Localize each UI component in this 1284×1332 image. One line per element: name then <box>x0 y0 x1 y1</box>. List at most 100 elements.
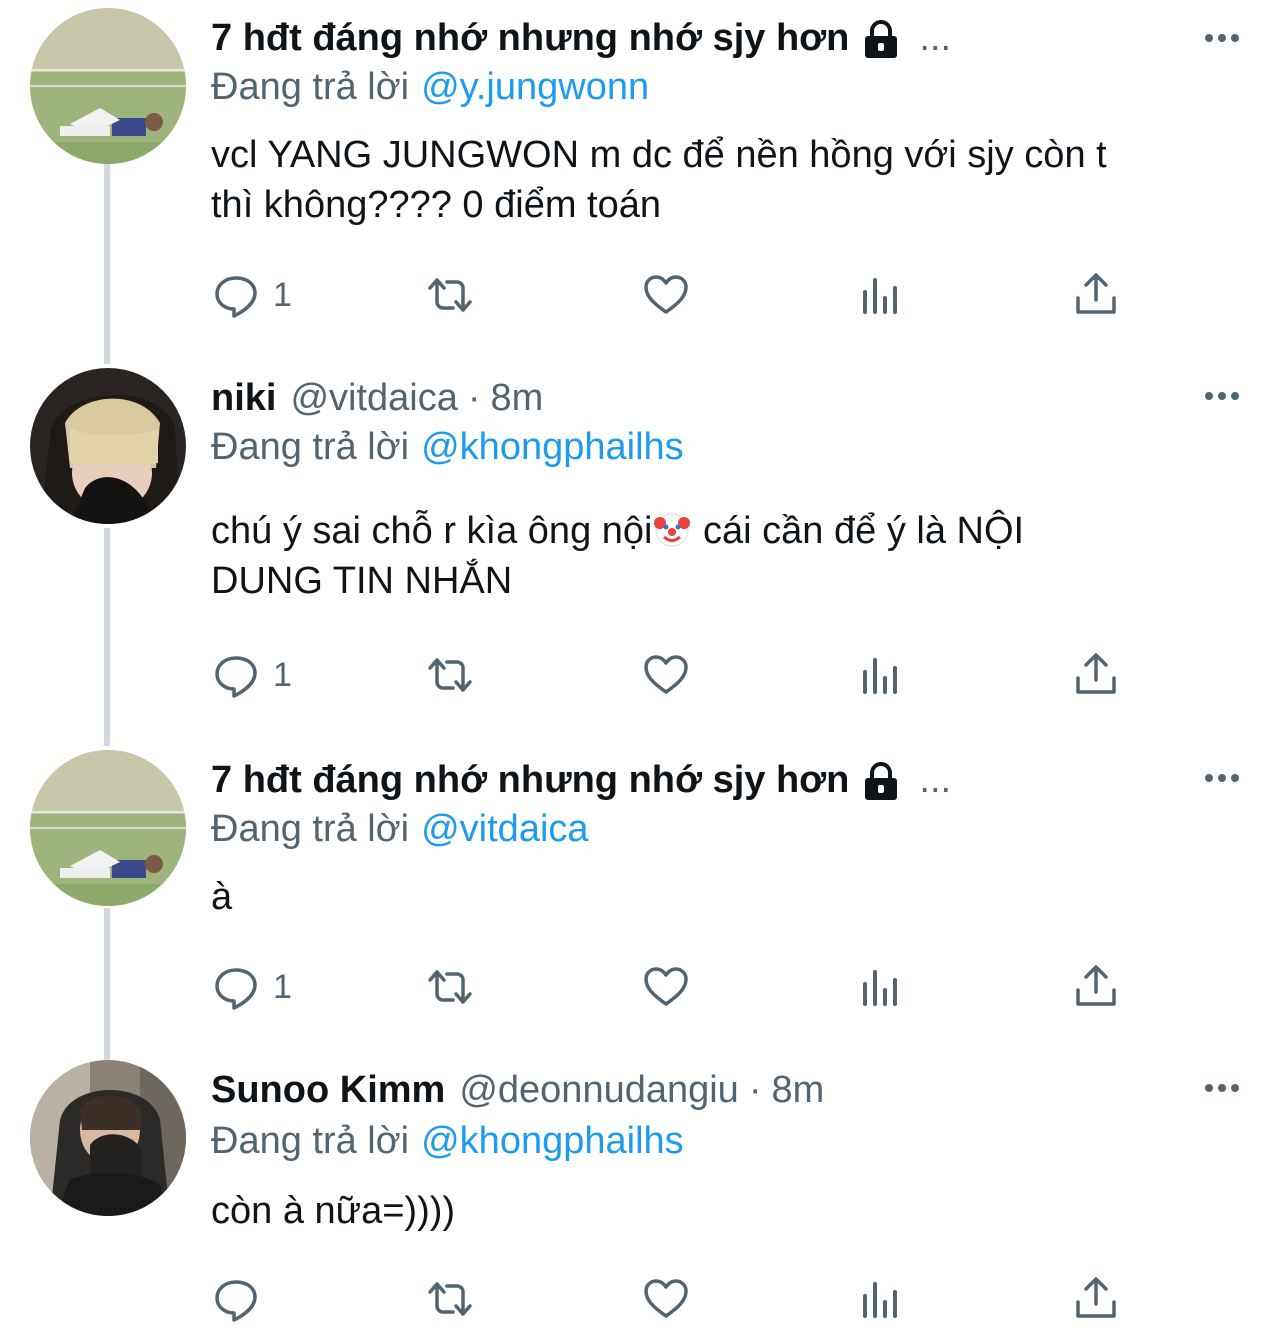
display-name[interactable]: 7 hđt đáng nhớ nhưng nhớ sjy hơn <box>211 8 849 68</box>
field-photo-avatar <box>30 8 186 164</box>
avatar[interactable] <box>30 1060 186 1216</box>
tweet-header: 7 hđt đáng nhớ nhưng nhớ sjy hơn ... <box>211 750 951 810</box>
tweet-actions: 1 <box>211 650 1211 700</box>
replying-to-label: Đang trả lời <box>211 66 410 108</box>
retweet-button[interactable] <box>425 1274 475 1324</box>
tweet-header: niki @vitdaica · 8m <box>211 368 543 428</box>
share-button[interactable] <box>1071 270 1121 320</box>
analytics-button[interactable] <box>856 270 906 320</box>
reply-count: 1 <box>273 655 292 694</box>
text-line: chú ý sai chỗ r kìa ông nội cái cần để ý… <box>211 506 1251 556</box>
analytics-button[interactable] <box>856 1274 906 1324</box>
person-hoodie-avatar <box>30 1060 186 1216</box>
replying-to-label: Đang trả lời <box>211 426 410 468</box>
replying-to: Đang trả lời @y.jungwonn <box>211 62 649 112</box>
text-line: DUNG TIN NHẮN <box>211 560 513 602</box>
replying-to: Đang trả lời @vitdaica <box>211 804 589 854</box>
separator: · <box>748 1069 762 1111</box>
like-button[interactable] <box>641 270 691 320</box>
text-line: còn à nữa=)))) <box>211 1190 456 1232</box>
text-segment: cái cần để ý là NỘI <box>692 510 1025 552</box>
field-photo-avatar <box>30 750 186 906</box>
text-line: thì không???? 0 điểm toán <box>211 184 662 226</box>
like-icon <box>641 270 691 320</box>
tweet-text: à <box>211 872 1251 922</box>
mention-link[interactable]: @khongphailhs <box>421 426 684 468</box>
clown-face-emoji <box>652 509 692 549</box>
analytics-icon <box>856 962 906 1012</box>
analytics-icon <box>856 1274 906 1324</box>
avatar[interactable] <box>30 8 186 164</box>
tweet-header: Sunoo Kimm @deonnudangiu · 8m <box>211 1060 824 1120</box>
reply-icon <box>211 650 261 700</box>
lock-icon <box>861 18 901 58</box>
retweet-button[interactable] <box>425 270 475 320</box>
replying-to: Đang trả lời @khongphailhs <box>211 1116 684 1166</box>
share-button[interactable] <box>1071 1274 1121 1324</box>
tweet-text: chú ý sai chỗ r kìa ông nội cái cần để ý… <box>211 506 1251 606</box>
reply-button[interactable]: 1 <box>211 962 292 1012</box>
blond-person-avatar <box>30 368 186 524</box>
tweet-text: vcl YANG JUNGWON m dc để nền hồng với sj… <box>211 130 1251 230</box>
share-icon <box>1071 270 1121 320</box>
replying-to: Đang trả lời @khongphailhs <box>211 422 684 472</box>
reply-icon <box>211 270 261 320</box>
share-button[interactable] <box>1071 962 1121 1012</box>
reply-count: 1 <box>273 275 292 314</box>
text-segment: chú ý sai chỗ r kìa ông nội <box>211 510 653 552</box>
mention-link[interactable]: @vitdaica <box>421 808 588 850</box>
reply-icon <box>211 1274 261 1324</box>
tweet-text: còn à nữa=)))) <box>211 1186 1251 1236</box>
reply-count: 1 <box>273 967 292 1006</box>
more-icon[interactable] <box>1202 18 1242 58</box>
reply-button[interactable] <box>211 1274 273 1324</box>
separator: · <box>467 377 481 419</box>
analytics-button[interactable] <box>856 650 906 700</box>
reply-icon <box>211 962 261 1012</box>
retweet-icon <box>425 1274 475 1324</box>
analytics-icon <box>856 270 906 320</box>
more-icon[interactable] <box>1202 1068 1242 1108</box>
analytics-button[interactable] <box>856 962 906 1012</box>
truncation-ellipsis: ... <box>919 17 952 59</box>
text-line: à <box>211 876 233 918</box>
like-button[interactable] <box>641 1274 691 1324</box>
like-button[interactable] <box>641 650 691 700</box>
more-icon[interactable] <box>1202 376 1242 416</box>
thread-connector <box>104 164 110 364</box>
reply-button[interactable]: 1 <box>211 650 292 700</box>
avatar[interactable] <box>30 750 186 906</box>
like-icon <box>641 650 691 700</box>
retweet-icon <box>425 270 475 320</box>
replying-to-label: Đang trả lời <box>211 808 410 850</box>
truncation-ellipsis: ... <box>919 759 952 801</box>
share-icon <box>1071 1274 1121 1324</box>
reply-button[interactable]: 1 <box>211 270 292 320</box>
avatar[interactable] <box>30 368 186 524</box>
retweet-button[interactable] <box>425 962 475 1012</box>
share-icon <box>1071 650 1121 700</box>
analytics-icon <box>856 650 906 700</box>
retweet-icon <box>425 962 475 1012</box>
timestamp[interactable]: 8m <box>771 1060 824 1120</box>
display-name[interactable]: 7 hđt đáng nhớ nhưng nhớ sjy hơn <box>211 750 849 810</box>
mention-link[interactable]: @khongphailhs <box>421 1120 684 1162</box>
share-button[interactable] <box>1071 650 1121 700</box>
like-icon <box>641 1274 691 1324</box>
mention-link[interactable]: @y.jungwonn <box>421 66 649 108</box>
reply-thread: 7 hđt đáng nhớ nhưng nhớ sjy hơn ... Đan… <box>0 0 1284 1332</box>
tweet-actions: 1 <box>211 962 1211 1012</box>
tweet-actions <box>211 1274 1211 1324</box>
timestamp[interactable]: 8m <box>491 368 544 428</box>
user-handle[interactable]: @deonnudangiu <box>459 1060 739 1120</box>
more-icon[interactable] <box>1202 758 1242 798</box>
retweet-button[interactable] <box>425 650 475 700</box>
lock-icon <box>861 760 901 800</box>
like-button[interactable] <box>641 962 691 1012</box>
tweet-actions: 1 <box>211 270 1211 320</box>
user-handle[interactable]: @vitdaica <box>290 368 457 428</box>
display-name[interactable]: niki <box>211 368 276 428</box>
like-icon <box>641 962 691 1012</box>
display-name[interactable]: Sunoo Kimm <box>211 1060 445 1120</box>
thread-connector <box>104 528 110 746</box>
